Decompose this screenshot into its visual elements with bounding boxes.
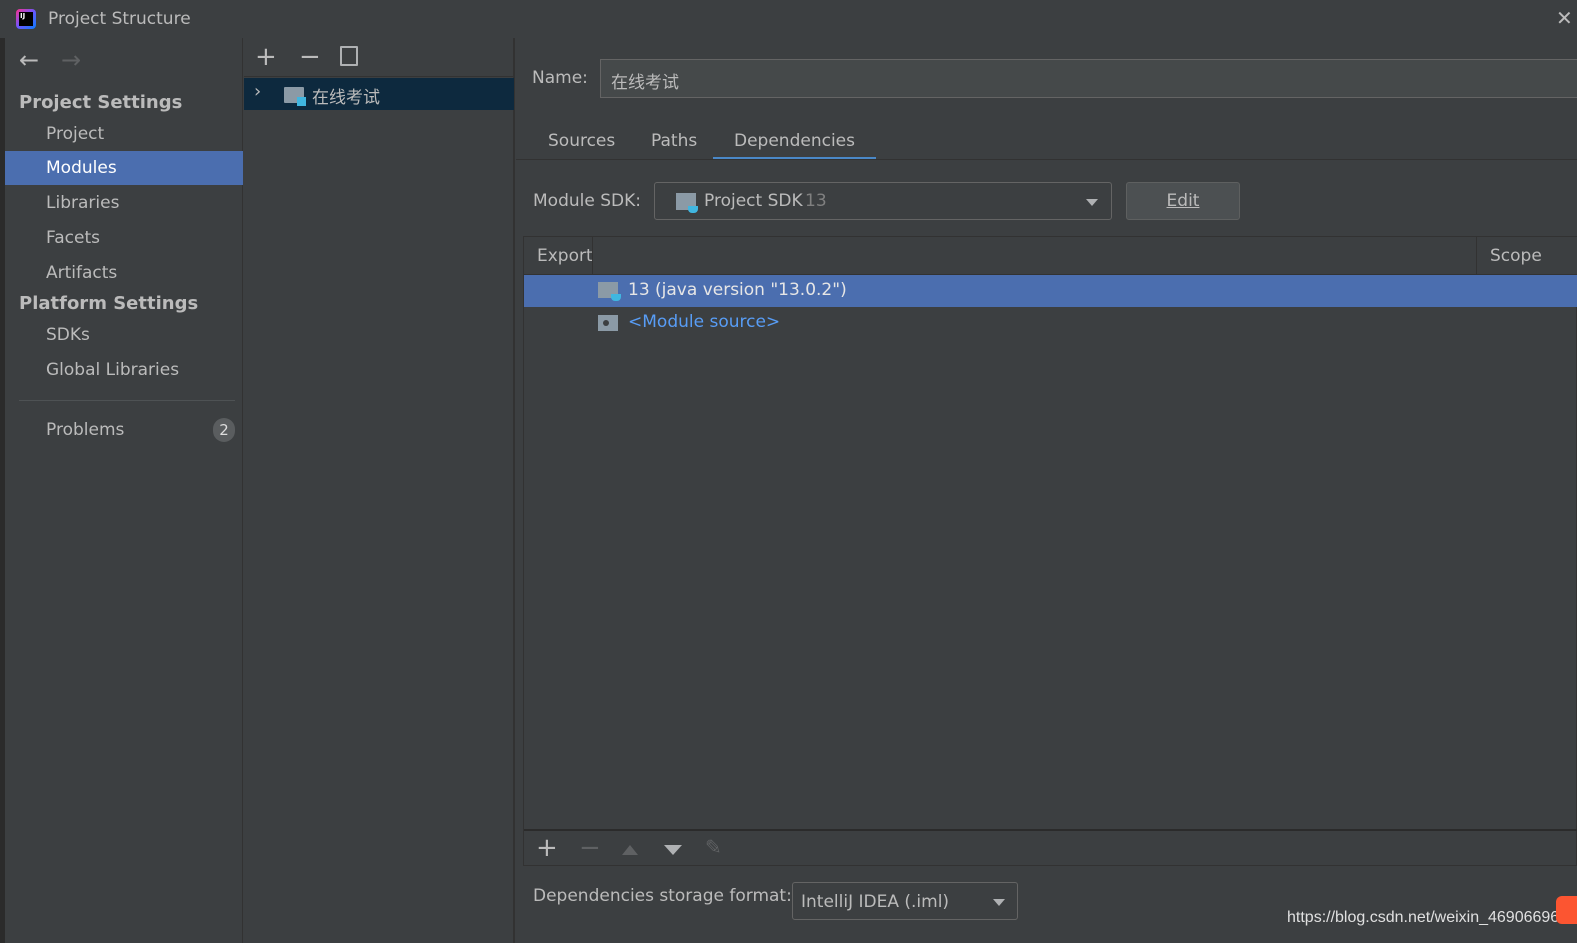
storage-format-value: IntelliJ IDEA (.iml) [801, 892, 950, 912]
table-toolbar: + − ✎ [524, 829, 1577, 867]
tabs-divider [516, 159, 1577, 160]
forward-arrow-icon[interactable]: → [61, 46, 81, 74]
name-input[interactable]: 在线考试 [600, 59, 1577, 98]
tab-sources[interactable]: Sources [548, 126, 615, 160]
platform-settings-header: Platform Settings [19, 293, 199, 314]
dependency-label: 13 (java version "13.0.2") [628, 280, 847, 300]
chevron-down-icon [993, 899, 1005, 906]
chevron-down-icon [1086, 199, 1098, 206]
name-label: Name: [532, 68, 588, 88]
module-sdk-label: Module SDK: [533, 191, 641, 211]
edit-pencil-icon[interactable]: ✎ [705, 835, 722, 859]
project-settings-header: Project Settings [19, 92, 183, 113]
table-header: Export Scope [524, 237, 1577, 275]
sdk-value: Project SDK [704, 191, 803, 211]
module-sdk-dropdown[interactable]: Project SDK 13 [654, 182, 1112, 220]
name-value: 在线考试 [611, 73, 679, 93]
jdk-folder-icon [676, 193, 698, 213]
module-details: Name: 在线考试 Sources Paths Dependencies Mo… [516, 38, 1577, 943]
column-scope[interactable]: Scope [1490, 246, 1542, 266]
copy-icon[interactable] [340, 46, 358, 66]
table-row[interactable]: <Module source> [524, 307, 1577, 339]
storage-format-label: Dependencies storage format: [533, 886, 792, 906]
problems-count-badge: 2 [213, 418, 235, 442]
source-folder-icon [598, 315, 618, 331]
jdk-folder-icon [598, 282, 621, 301]
tree-item-module[interactable]: › 在线考试 [244, 78, 514, 110]
back-arrow-icon[interactable]: ← [19, 46, 39, 74]
sidebar-item-artifacts[interactable]: Artifacts [5, 256, 243, 290]
sidebar-item-sdks[interactable]: SDKs [5, 318, 243, 352]
tab-dependencies[interactable]: Dependencies [713, 126, 876, 160]
storage-format-dropdown[interactable]: IntelliJ IDEA (.iml) [792, 882, 1018, 920]
window-title: Project Structure [48, 9, 191, 29]
csdn-logo-icon [1556, 896, 1577, 924]
intellij-logo-icon: IJ [16, 9, 36, 29]
close-icon[interactable]: ✕ [1556, 6, 1573, 30]
problems-label: Problems [46, 420, 125, 440]
chevron-right-icon[interactable]: › [254, 81, 261, 102]
move-down-icon[interactable] [664, 845, 682, 855]
sdk-version: 13 [805, 191, 827, 211]
edit-button[interactable]: Edit [1126, 182, 1240, 220]
sidebar-item-global-libraries[interactable]: Global Libraries [5, 353, 243, 387]
column-divider [592, 237, 593, 275]
dependency-label: <Module source> [628, 312, 781, 332]
remove-icon[interactable]: − [579, 833, 601, 863]
add-icon[interactable]: + [536, 833, 558, 863]
dependencies-table: Export Scope 13 (java version "13.0.2") … [523, 236, 1577, 866]
edit-label: Edit [1166, 191, 1200, 211]
move-up-icon[interactable] [622, 845, 638, 855]
modules-panel: + − › 在线考试 [244, 38, 515, 943]
sidebar-item-libraries[interactable]: Libraries [5, 186, 243, 220]
column-export[interactable]: Export [537, 246, 593, 266]
sidebar-item-problems[interactable]: Problems 2 [5, 413, 243, 447]
remove-icon[interactable]: − [299, 42, 321, 72]
title-bar: IJ Project Structure ✕ [0, 0, 1577, 38]
module-name: 在线考试 [312, 88, 380, 108]
tab-paths[interactable]: Paths [651, 126, 697, 160]
add-icon[interactable]: + [255, 42, 277, 72]
sidebar-item-project[interactable]: Project [5, 117, 243, 151]
module-folder-icon [284, 87, 306, 106]
sidebar-item-modules[interactable]: Modules [5, 151, 243, 185]
divider [19, 400, 235, 401]
table-row[interactable]: 13 (java version "13.0.2") [524, 275, 1577, 307]
sidebar: ← → Project Settings Project Modules Lib… [5, 38, 243, 943]
modules-tree-divider [244, 76, 515, 77]
column-divider [1476, 237, 1477, 275]
sidebar-item-facets[interactable]: Facets [5, 221, 243, 255]
watermark: https://blog.csdn.net/weixin_46906696 [1287, 909, 1560, 926]
